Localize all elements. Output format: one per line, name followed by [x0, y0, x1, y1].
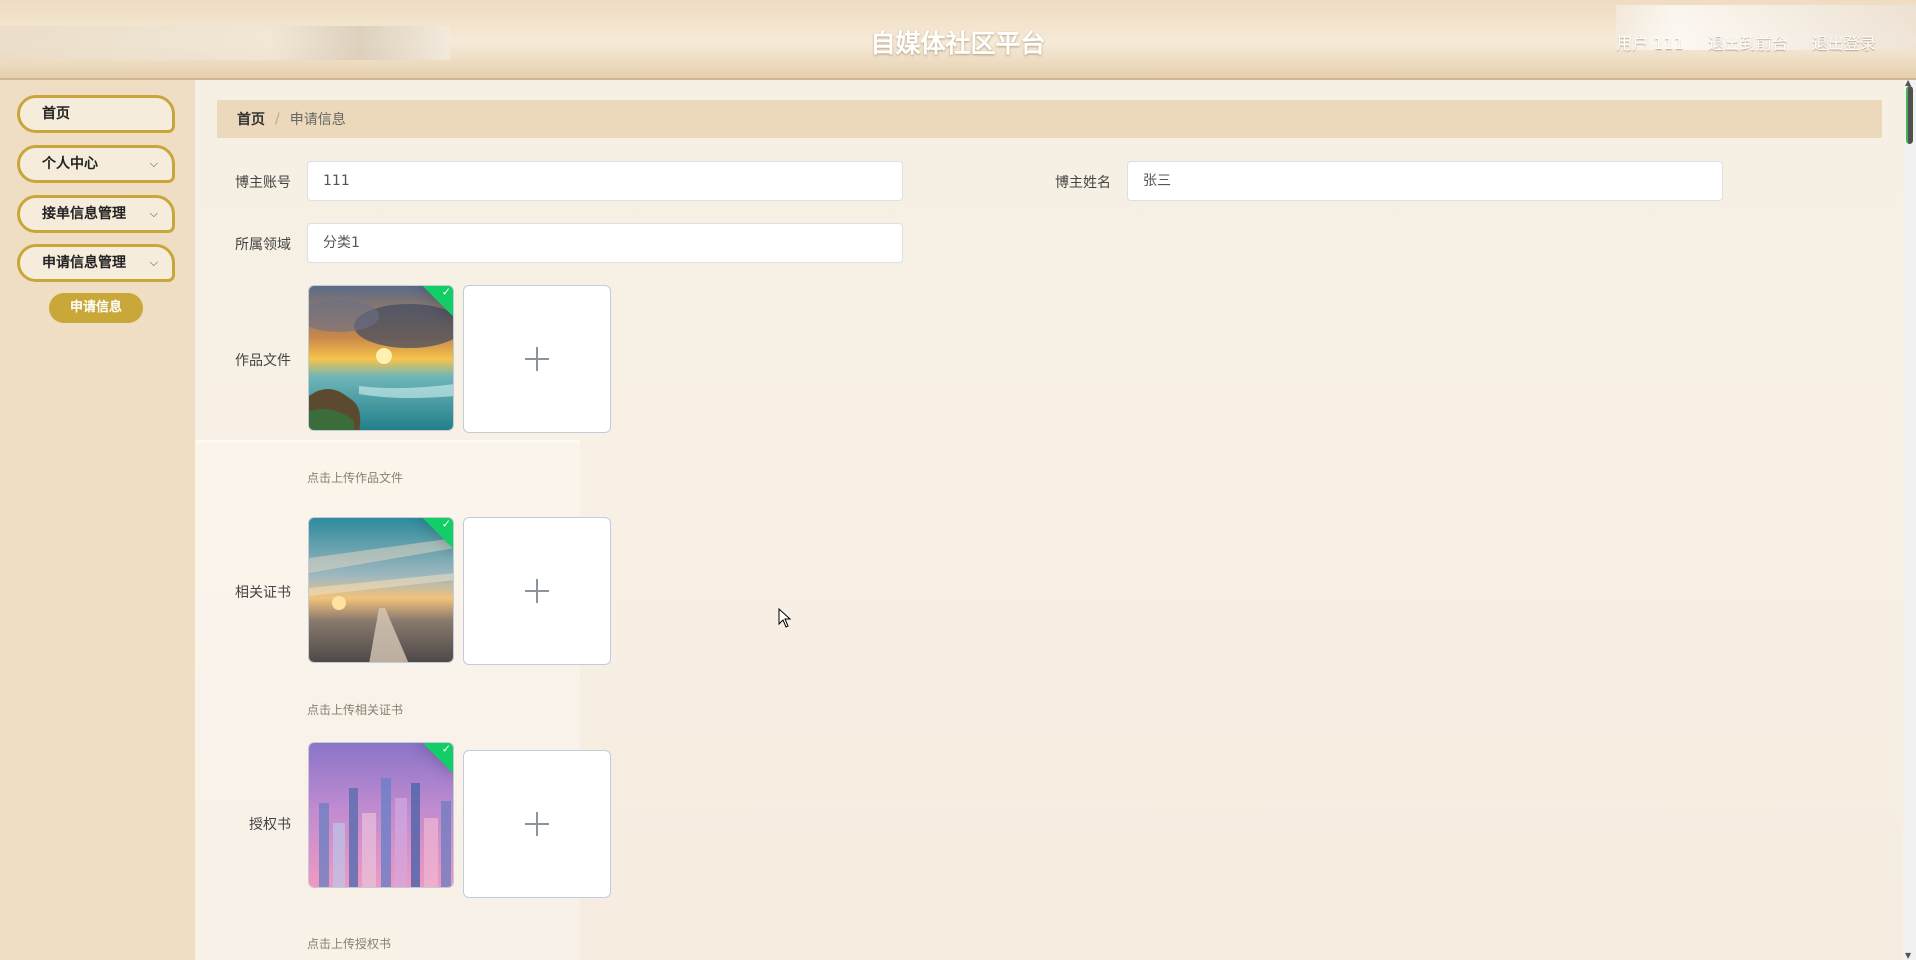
- plus-icon: [525, 812, 549, 836]
- authorization-upload-tip: 点击上传授权书: [307, 937, 392, 951]
- breadcrumb-home[interactable]: 首页: [237, 109, 265, 129]
- sidebar-item-application-management[interactable]: 申请信息管理 ⌵: [17, 244, 175, 282]
- certificate-picture: [309, 518, 453, 662]
- work-file-upload-button[interactable]: [463, 285, 611, 433]
- chevron-down-icon: ⌵: [149, 157, 158, 170]
- breadcrumb-current: 申请信息: [289, 112, 346, 128]
- blogger-name-label: 博主姓名: [1055, 175, 1111, 191]
- sidebar-item-label: 接单信息管理: [42, 206, 126, 222]
- sidebar-item-label: 申请信息管理: [42, 255, 126, 271]
- main-content: 首页 / 申请信息 博主账号 111 博主姓名 张三 所属领域 分类1 作品文件: [195, 80, 1903, 960]
- scroll-down-icon[interactable]: ▼: [1905, 951, 1911, 960]
- sidebar-item-label: 首页: [42, 106, 70, 122]
- work-file-picture: [309, 286, 453, 430]
- certificate-upload-tip: 点击上传相关证书: [307, 703, 404, 717]
- sidebar-item-personal-center[interactable]: 个人中心 ⌵: [17, 145, 175, 183]
- current-user-label: 用户 111: [1616, 34, 1684, 53]
- blogger-account-label: 博主账号: [235, 175, 291, 191]
- plus-icon: [525, 347, 549, 371]
- sidebar-subitem-application-info[interactable]: 申请信息: [49, 293, 143, 323]
- chevron-down-icon: ⌵: [149, 256, 158, 269]
- blogger-account-field[interactable]: 111: [307, 161, 903, 201]
- check-icon: ✓: [441, 742, 451, 756]
- breadcrumb-separator: /: [275, 111, 280, 127]
- breadcrumb: 首页 / 申请信息: [217, 100, 1882, 138]
- sidebar-item-home[interactable]: 首页: [17, 95, 175, 133]
- logout-link[interactable]: 退出登录: [1812, 30, 1876, 54]
- plus-icon: [525, 579, 549, 603]
- work-file-label: 作品文件: [235, 353, 291, 369]
- top-header: 自媒体社区平台 用户 111 退出到前台 退出登录: [0, 0, 1916, 80]
- field-category-field[interactable]: 分类1: [307, 223, 903, 263]
- header-user-area: 用户 111 退出到前台 退出登录: [1616, 30, 1876, 54]
- work-file-upload-tip: 点击上传作品文件: [307, 471, 404, 485]
- scrollbar-thumb[interactable]: [1906, 86, 1913, 144]
- authorization-picture: [309, 743, 453, 887]
- certificate-upload-button[interactable]: [463, 517, 611, 665]
- mouse-cursor-icon: [778, 608, 792, 628]
- blogger-name-field[interactable]: 张三: [1127, 161, 1723, 201]
- authorization-label: 授权书: [249, 817, 291, 833]
- page-scrollbar[interactable]: ▲ ▼: [1903, 78, 1916, 960]
- certificate-label: 相关证书: [235, 585, 291, 601]
- authorization-image[interactable]: ✓: [308, 742, 454, 888]
- check-icon: ✓: [441, 517, 451, 531]
- field-category-label: 所属领域: [235, 237, 291, 253]
- authorization-upload-button[interactable]: [463, 750, 611, 898]
- sidebar: 首页 个人中心 ⌵ 接单信息管理 ⌵ 申请信息管理 ⌵ 申请信息: [0, 80, 195, 960]
- certificate-image[interactable]: ✓: [308, 517, 454, 663]
- exit-to-frontend-link[interactable]: 退出到前台: [1708, 30, 1788, 54]
- check-icon: ✓: [441, 285, 451, 299]
- work-file-image[interactable]: ✓: [308, 285, 454, 431]
- sidebar-item-order-management[interactable]: 接单信息管理 ⌵: [17, 195, 175, 233]
- sidebar-item-label: 个人中心: [42, 156, 98, 172]
- chevron-down-icon: ⌵: [149, 207, 158, 220]
